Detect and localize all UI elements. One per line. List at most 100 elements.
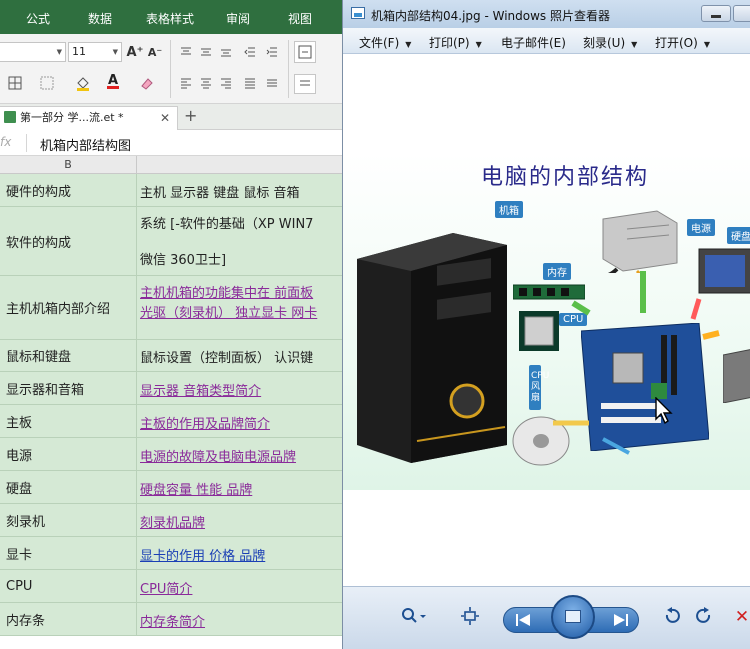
cell-topic[interactable]: 显示器和音箱: [0, 372, 137, 404]
align-center-icon[interactable]: [198, 74, 214, 92]
menu-file-label: 文件(F): [359, 36, 400, 50]
fit-window-button[interactable]: [459, 607, 481, 625]
menu-burn[interactable]: 刻录(U) ▼: [583, 34, 637, 51]
cell-text-line[interactable]: 主机机箱的功能集中在 前面板: [140, 282, 313, 301]
slideshow-button[interactable]: [551, 595, 595, 639]
rotate-left-button[interactable]: [661, 607, 683, 625]
cell-topic[interactable]: 硬件的构成: [0, 174, 137, 206]
column-header-row: B: [0, 156, 342, 174]
cell-text-line[interactable]: 主板的作用及品牌简介: [140, 413, 270, 432]
cell-text-line[interactable]: 硬盘容量 性能 品牌: [140, 479, 252, 498]
align-bottom-icon[interactable]: [218, 43, 234, 61]
document-tab[interactable]: 第一部分 学...流.et * ✕: [0, 106, 178, 130]
align-left-icon[interactable]: [178, 74, 194, 92]
align-middle-icon[interactable]: [198, 43, 214, 61]
previous-button[interactable]: [511, 611, 535, 629]
formula-separator: [26, 134, 27, 152]
merge-center-icon[interactable]: [294, 41, 316, 63]
menu-print[interactable]: 打印(P) ▼: [429, 34, 482, 51]
displayed-photo[interactable]: 电脑的内部结构 机箱 电源 硬盘 内存 CPU CPU风扇: [343, 153, 750, 490]
table-row: 显示器和音箱 显示器 音箱类型简介: [0, 372, 342, 405]
align-top-icon[interactable]: [178, 43, 194, 61]
cell-topic[interactable]: 主机机箱内部介绍: [0, 276, 137, 339]
next-icon: [614, 614, 628, 626]
align-right-icon[interactable]: [218, 74, 234, 92]
minimize-button[interactable]: [701, 5, 731, 22]
cell-topic[interactable]: CPU: [0, 570, 137, 602]
menu-file[interactable]: 文件(F) ▼: [359, 34, 411, 51]
cell-topic[interactable]: 显卡: [0, 537, 137, 569]
menu-open-label: 打开(O): [655, 36, 698, 50]
delete-icon: ✕: [734, 607, 750, 627]
ribbon-tab-review[interactable]: 审阅: [226, 10, 250, 27]
table-row: 硬件的构成 主机 显示器 键盘 鼠标 音箱: [0, 174, 342, 207]
formula-input[interactable]: 机箱内部结构图: [40, 135, 131, 154]
font-size-box[interactable]: 11 ▼: [68, 42, 122, 62]
cell-hyperlink[interactable]: 显示器 音箱类型简介: [138, 372, 342, 404]
decrease-indent-icon[interactable]: [242, 43, 258, 61]
cell-hyperlink[interactable]: CPU简介: [138, 570, 342, 602]
column-header-b[interactable]: B: [0, 156, 137, 174]
cell-text-line: 鼠标设置（控制面板） 认识键: [140, 351, 314, 366]
fill-color-icon[interactable]: [72, 74, 94, 92]
maximize-button[interactable]: [733, 5, 750, 22]
cell-topic[interactable]: 刻录机: [0, 504, 137, 536]
cell-text-line[interactable]: 显卡的作用 价格 品牌: [140, 545, 265, 564]
font-name-box[interactable]: ▼: [0, 42, 66, 62]
cell-content[interactable]: 主机 显示器 键盘 鼠标 音箱: [138, 174, 342, 206]
cell-text-line[interactable]: 显示器 音箱类型简介: [140, 380, 261, 399]
menu-email[interactable]: 电子邮件(E): [501, 34, 566, 51]
cell-topic[interactable]: 主板: [0, 405, 137, 437]
cell-topic[interactable]: 内存条: [0, 603, 137, 635]
increase-indent-icon[interactable]: [264, 43, 280, 61]
cell-topic[interactable]: 硬盘: [0, 471, 137, 503]
merge-cells-icon[interactable]: [36, 74, 58, 92]
cell-topic[interactable]: 鼠标和键盘: [0, 340, 137, 371]
rotate-right-button[interactable]: [693, 607, 715, 625]
add-tab-icon[interactable]: +: [184, 106, 197, 125]
shrink-font-icon[interactable]: A⁻: [147, 43, 163, 61]
cell-hyperlink[interactable]: 内存条简介: [138, 603, 342, 635]
table-row: 主机机箱内部介绍 主机机箱的功能集中在 前面板 光驱（刻录机） 独立显卡 网卡: [0, 276, 342, 340]
cell-hyperlink[interactable]: 电源的故障及电脑电源品牌: [138, 438, 342, 470]
clear-format-icon[interactable]: [136, 74, 158, 92]
next-button[interactable]: [609, 611, 633, 629]
font-color-icon[interactable]: A: [102, 72, 124, 90]
cell-hyperlink[interactable]: 硬盘容量 性能 品牌: [138, 471, 342, 503]
justify-icon[interactable]: [242, 74, 258, 92]
menu-open[interactable]: 打开(O) ▼: [655, 34, 710, 51]
ribbon-tab-view[interactable]: 视图: [288, 10, 312, 27]
cell-text-line[interactable]: 内存条简介: [140, 611, 205, 630]
cell-hyperlink[interactable]: 刻录机品牌: [138, 504, 342, 536]
close-tab-icon[interactable]: ✕: [160, 107, 170, 129]
cell-hyperlink[interactable]: 主板的作用及品牌简介: [138, 405, 342, 437]
delete-button[interactable]: ✕: [733, 607, 750, 627]
rotate-right-icon: [696, 607, 711, 623]
viewer-canvas-bottom: [343, 490, 750, 586]
border-icon[interactable]: [6, 74, 24, 92]
cell-hyperlink[interactable]: 主机机箱的功能集中在 前面板 光驱（刻录机） 独立显卡 网卡: [138, 276, 342, 339]
menu-burn-label: 刻录(U): [583, 36, 626, 50]
cell-text-line[interactable]: 光驱（刻录机） 独立显卡 网卡: [140, 302, 317, 321]
zoom-button[interactable]: [397, 607, 431, 625]
slideshow-icon: [565, 610, 581, 623]
font-size-value: 11: [72, 45, 86, 58]
wrap-text-icon[interactable]: [294, 74, 316, 94]
cell-topic[interactable]: 电源: [0, 438, 137, 470]
grow-font-icon[interactable]: A⁺: [127, 43, 144, 61]
sheet-file-icon: [4, 111, 16, 123]
distributed-align-icon[interactable]: [264, 74, 280, 92]
fx-icon[interactable]: fx: [0, 135, 11, 149]
cell-topic[interactable]: 软件的构成: [0, 207, 137, 275]
cell-text-line[interactable]: CPU简介: [140, 578, 192, 597]
ribbon-tab-data[interactable]: 数据: [88, 10, 112, 27]
cell-text-line[interactable]: 刻录机品牌: [140, 512, 205, 531]
cell-content[interactable]: 系统 [-软件的基础（XP WIN7 微信 360卫士]: [138, 207, 342, 275]
cell-content[interactable]: 鼠标设置（控制面板） 认识键: [138, 340, 342, 371]
table-row: 电源 电源的故障及电脑电源品牌: [0, 438, 342, 471]
ribbon-tab-table-style[interactable]: 表格样式: [146, 10, 194, 27]
cell-hyperlink[interactable]: 显卡的作用 价格 品牌: [138, 537, 342, 569]
cell-text-line[interactable]: 电源的故障及电脑电源品牌: [140, 446, 296, 465]
ribbon-tab-formula[interactable]: 公式: [26, 10, 50, 27]
zoom-icon: [402, 608, 426, 623]
